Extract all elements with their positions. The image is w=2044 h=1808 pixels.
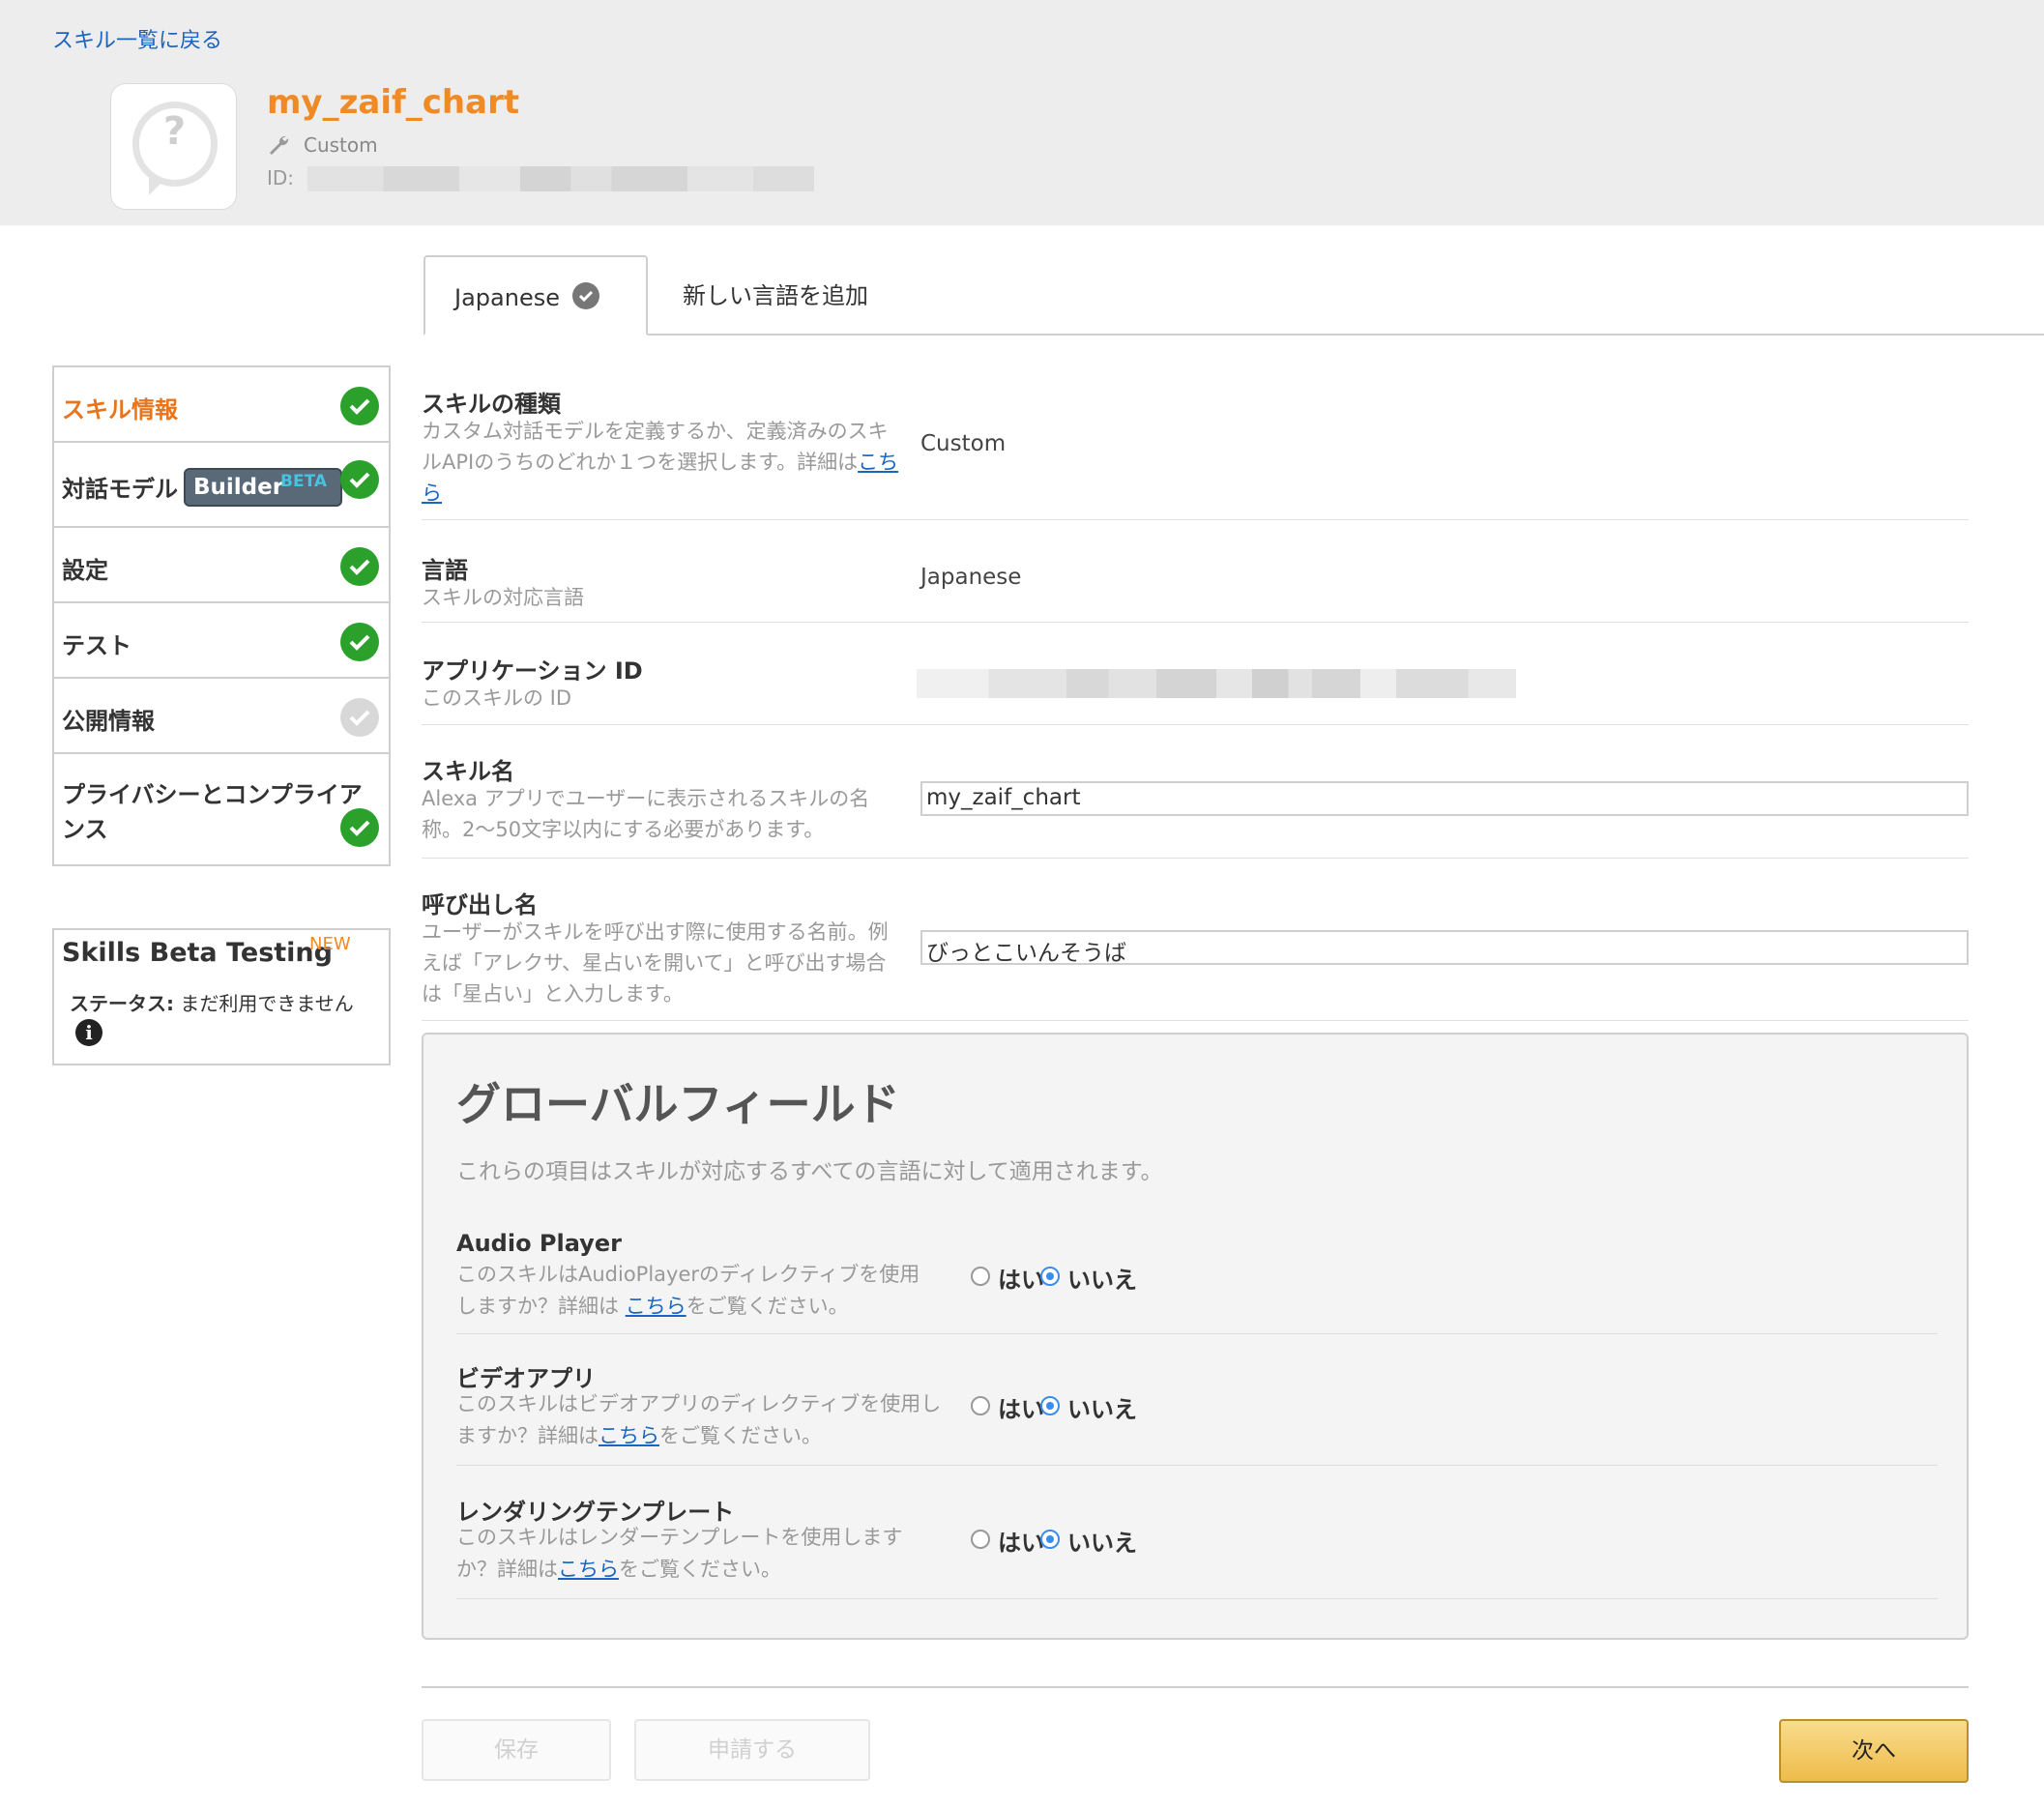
check-icon bbox=[572, 282, 599, 309]
video-app-desc: このスキルはビデオアプリのディレクティブを使用しますか？詳細はこちらをご覧くださ… bbox=[456, 1392, 942, 1447]
details-link[interactable]: こちら bbox=[599, 1424, 659, 1447]
tab-add-language[interactable]: 新しい言語を追加 bbox=[683, 277, 868, 310]
application-id-redacted bbox=[917, 669, 1516, 698]
skill-placeholder-icon: ? bbox=[110, 83, 237, 210]
no-label: いいえ bbox=[1067, 1267, 1137, 1294]
video-app-yes-radio[interactable] bbox=[971, 1396, 990, 1415]
sidebar-item-skill-info[interactable]: スキル情報 bbox=[54, 367, 389, 443]
global-fields-title: グローバルフィールド bbox=[456, 1078, 900, 1130]
next-button[interactable]: 次へ bbox=[1779, 1719, 1969, 1783]
beta-status: ステータス: まだ利用できません bbox=[70, 992, 354, 1015]
video-app-no-radio[interactable] bbox=[1040, 1396, 1060, 1415]
skill-id-redacted bbox=[307, 166, 814, 191]
back-to-skill-list-link[interactable]: スキル一覧に戻る bbox=[52, 23, 222, 54]
check-circle-icon bbox=[340, 698, 379, 737]
check-circle-icon bbox=[340, 808, 379, 847]
sidebar-item-settings[interactable]: 設定 bbox=[54, 528, 389, 603]
no-label: いいえ bbox=[1067, 1396, 1137, 1423]
skill-title: my_zaif_chart bbox=[267, 83, 520, 122]
footer-divider bbox=[422, 1686, 1969, 1688]
sidebar-item-label: スキル情報 bbox=[62, 396, 178, 423]
tab-japanese[interactable]: Japanese bbox=[423, 255, 648, 335]
audio-player-no-radio[interactable] bbox=[1040, 1267, 1060, 1286]
yes-label: はい bbox=[998, 1267, 1044, 1294]
audio-player-desc: このスキルはAudioPlayerのディレクティブを使用しますか？詳細は こちら… bbox=[456, 1263, 920, 1318]
skill-type-title: スキルの種類 bbox=[422, 391, 561, 418]
skill-type-desc: カスタム対話モデルを定義するか、定義済みのスキルAPIのうちのどれか１つを選択し… bbox=[422, 420, 899, 505]
sidebar-item-privacy-compliance[interactable]: プライバシーとコンプライア ンス bbox=[54, 754, 389, 864]
application-id-row: アプリケーション ID このスキルの ID bbox=[422, 623, 1969, 725]
sidebar-nav: スキル情報 対話モデル Builder BETA 設定 テスト 公開情報 プライ… bbox=[52, 365, 391, 866]
wrench-icon bbox=[270, 135, 289, 155]
info-icon[interactable]: i bbox=[75, 1019, 102, 1046]
details-link[interactable]: こちら bbox=[558, 1558, 619, 1581]
skill-name-desc: Alexa アプリでユーザーに表示されるスキルの名称。2〜50文字以内にする必要… bbox=[422, 787, 870, 841]
skill-id-label: ID: bbox=[267, 166, 295, 190]
language-desc: スキルの対応言語 bbox=[422, 586, 584, 609]
sidebar-item-test[interactable]: テスト bbox=[54, 603, 389, 679]
check-circle-icon bbox=[340, 460, 379, 499]
skill-type-row: スキルの種類 カスタム対話モデルを定義するか、定義済みのスキルAPIのうちのどれ… bbox=[422, 383, 1969, 520]
no-label: いいえ bbox=[1067, 1530, 1137, 1557]
render-template-no-radio[interactable] bbox=[1040, 1530, 1060, 1549]
skill-type-value: Custom bbox=[920, 431, 1007, 456]
sidebar-item-interaction-model[interactable]: 対話モデル Builder BETA bbox=[54, 443, 389, 528]
tab-japanese-label: Japanese bbox=[454, 284, 560, 311]
language-value: Japanese bbox=[920, 565, 1022, 590]
global-fields-desc: これらの項目はスキルが対応するすべての言語に対して適用されます。 bbox=[456, 1159, 1163, 1184]
render-template-desc: このスキルはレンダーテンプレートを使用しますか？詳細はこちらをご覧ください。 bbox=[456, 1526, 903, 1581]
sidebar-item-label: プライバシーとコンプライア bbox=[62, 781, 363, 808]
sidebar-item-label: 公開情報 bbox=[62, 708, 155, 735]
details-link[interactable]: こちら bbox=[626, 1295, 686, 1318]
invocation-name-desc: ユーザーがスキルを呼び出す際に使用する名前。例えば「アレクサ、星占いを開いて」と… bbox=[422, 920, 889, 1006]
application-id-desc: このスキルの ID bbox=[422, 686, 572, 710]
language-row: 言語 スキルの対応言語 Japanese bbox=[422, 520, 1969, 623]
audio-player-title: Audio Player bbox=[456, 1230, 622, 1257]
new-badge: NEW bbox=[309, 934, 351, 954]
video-app-row: ビデオアプリ このスキルはビデオアプリのディレクティブを使用しますか？詳細はこち… bbox=[456, 1359, 1938, 1466]
skill-type-label: Custom bbox=[304, 133, 378, 157]
render-template-row: レンダリングテンプレート このスキルはレンダーテンプレートを使用しますか？詳細は… bbox=[456, 1493, 1938, 1599]
check-circle-icon bbox=[340, 547, 379, 586]
yes-label: はい bbox=[998, 1396, 1044, 1423]
sidebar-item-label: テスト bbox=[62, 632, 131, 659]
check-circle-icon bbox=[340, 387, 379, 425]
global-fields-panel: グローバルフィールド これらの項目はスキルが対応するすべての言語に対して適用され… bbox=[422, 1033, 1969, 1640]
sidebar-item-label: 設定 bbox=[62, 557, 108, 584]
skill-name-input[interactable]: my_zaif_chart bbox=[920, 781, 1969, 816]
submit-button[interactable]: 申請する bbox=[634, 1719, 870, 1781]
save-button[interactable]: 保存 bbox=[422, 1719, 611, 1781]
sidebar-item-label: 対話モデル bbox=[62, 476, 178, 503]
audio-player-yes-radio[interactable] bbox=[971, 1267, 990, 1286]
check-circle-icon bbox=[340, 623, 379, 661]
tab-divider bbox=[423, 334, 2044, 335]
invocation-name-input[interactable]: びっとこいんそうば bbox=[920, 930, 1969, 966]
sidebar-item-publishing-info[interactable]: 公開情報 bbox=[54, 679, 389, 754]
render-template-yes-radio[interactable] bbox=[971, 1530, 990, 1549]
audio-player-row: Audio Player このスキルはAudioPlayerのディレクティブを使… bbox=[456, 1230, 1938, 1334]
builder-beta-badge: Builder BETA bbox=[184, 468, 342, 507]
skill-name-title: スキル名 bbox=[422, 758, 514, 785]
skills-beta-testing-panel: Skills Beta Testing NEW ステータス: まだ利用できません… bbox=[52, 928, 391, 1065]
application-id-title: アプリケーション ID bbox=[422, 657, 643, 685]
skill-name-row: スキル名 Alexa アプリでユーザーに表示されるスキルの名称。2〜50文字以内… bbox=[422, 725, 1969, 859]
beta-testing-title: Skills Beta Testing bbox=[62, 938, 333, 968]
sidebar-item-label-line2: ンス bbox=[62, 816, 108, 843]
skill-header: スキル一覧に戻る ? my_zaif_chart Custom ID: bbox=[0, 0, 2044, 225]
invocation-name-title: 呼び出し名 bbox=[422, 891, 538, 919]
language-title: 言語 bbox=[422, 557, 468, 584]
invocation-name-row: 呼び出し名 ユーザーがスキルを呼び出す際に使用する名前。例えば「アレクサ、星占い… bbox=[422, 859, 1969, 1021]
yes-label: はい bbox=[998, 1530, 1044, 1557]
